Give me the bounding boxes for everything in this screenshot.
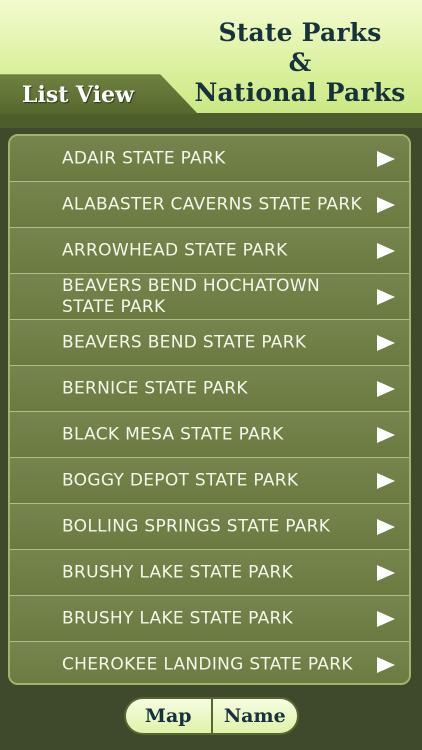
app-header: State Parks & National Parks List View	[0, 0, 422, 128]
app-title: State Parks & National Parks	[180, 18, 420, 108]
title-line-3: National Parks	[194, 78, 406, 107]
park-list-item[interactable]: BERNICE STATE PARK	[10, 366, 409, 412]
chevron-right-icon[interactable]	[377, 380, 395, 397]
park-list-item[interactable]: CHEROKEE LANDING STATE PARK	[10, 642, 409, 683]
park-name: BRUSHY LAKE STATE PARK	[62, 562, 294, 582]
park-list-item[interactable]: BLACK MESA STATE PARK	[10, 412, 409, 458]
park-name: BEAVERS BEND HOCHATOWN STATE PARK	[62, 275, 320, 317]
name-button[interactable]: Name	[213, 699, 298, 733]
park-name: BOLLING SPRINGS STATE PARK	[62, 516, 331, 536]
title-line-1: State Parks	[218, 18, 382, 47]
park-name: ARROWHEAD STATE PARK	[62, 240, 288, 260]
park-list-item[interactable]: BRUSHY LAKE STATE PARK	[10, 550, 409, 596]
chevron-right-icon[interactable]	[377, 610, 395, 627]
park-name: BEAVERS BEND STATE PARK	[62, 332, 307, 352]
park-list-item[interactable]: BEAVERS BEND HOCHATOWN STATE PARK	[10, 274, 409, 320]
sort-segmented-control[interactable]: Map Name	[124, 697, 299, 735]
park-list-item[interactable]: ARROWHEAD STATE PARK	[10, 228, 409, 274]
chevron-right-icon[interactable]	[377, 426, 395, 443]
chevron-right-icon[interactable]	[377, 472, 395, 489]
chevron-right-icon[interactable]	[377, 150, 395, 167]
park-list-item[interactable]: BOLLING SPRINGS STATE PARK	[10, 504, 409, 550]
chevron-right-icon[interactable]	[377, 657, 395, 673]
park-name: BLACK MESA STATE PARK	[62, 424, 284, 444]
park-list-item[interactable]: ADAIR STATE PARK	[10, 136, 409, 182]
chevron-right-icon[interactable]	[377, 242, 395, 259]
park-list-item[interactable]: BRUSHY LAKE STATE PARK	[10, 596, 409, 642]
park-name: BRUSHY LAKE STATE PARK	[62, 608, 294, 628]
chevron-right-icon[interactable]	[377, 288, 395, 305]
park-list[interactable]: ADAIR STATE PARK ALABASTER CAVERNS STATE …	[8, 134, 411, 685]
park-list-item[interactable]: BOGGY DEPOT STATE PARK	[10, 458, 409, 504]
park-name: BERNICE STATE PARK	[62, 378, 248, 398]
header-band	[0, 113, 422, 128]
map-button[interactable]: Map	[126, 699, 211, 733]
footer-bar: Map Name	[0, 688, 422, 750]
park-name: ADAIR STATE PARK	[62, 148, 226, 168]
chevron-right-icon[interactable]	[377, 334, 395, 351]
title-line-2: &	[288, 48, 312, 77]
chevron-right-icon[interactable]	[377, 518, 395, 535]
chevron-right-icon[interactable]	[377, 564, 395, 581]
park-list-item[interactable]: ALABASTER CAVERNS STATE PARK	[10, 182, 409, 228]
park-list-item[interactable]: BEAVERS BEND STATE PARK	[10, 320, 409, 366]
list-view-label: List View	[22, 82, 135, 108]
park-name: BOGGY DEPOT STATE PARK	[62, 470, 299, 490]
list-view-tab: List View	[0, 74, 198, 114]
chevron-right-icon[interactable]	[377, 196, 395, 213]
park-name: ALABASTER CAVERNS STATE PARK	[62, 194, 362, 214]
park-name: CHEROKEE LANDING STATE PARK	[62, 654, 353, 675]
